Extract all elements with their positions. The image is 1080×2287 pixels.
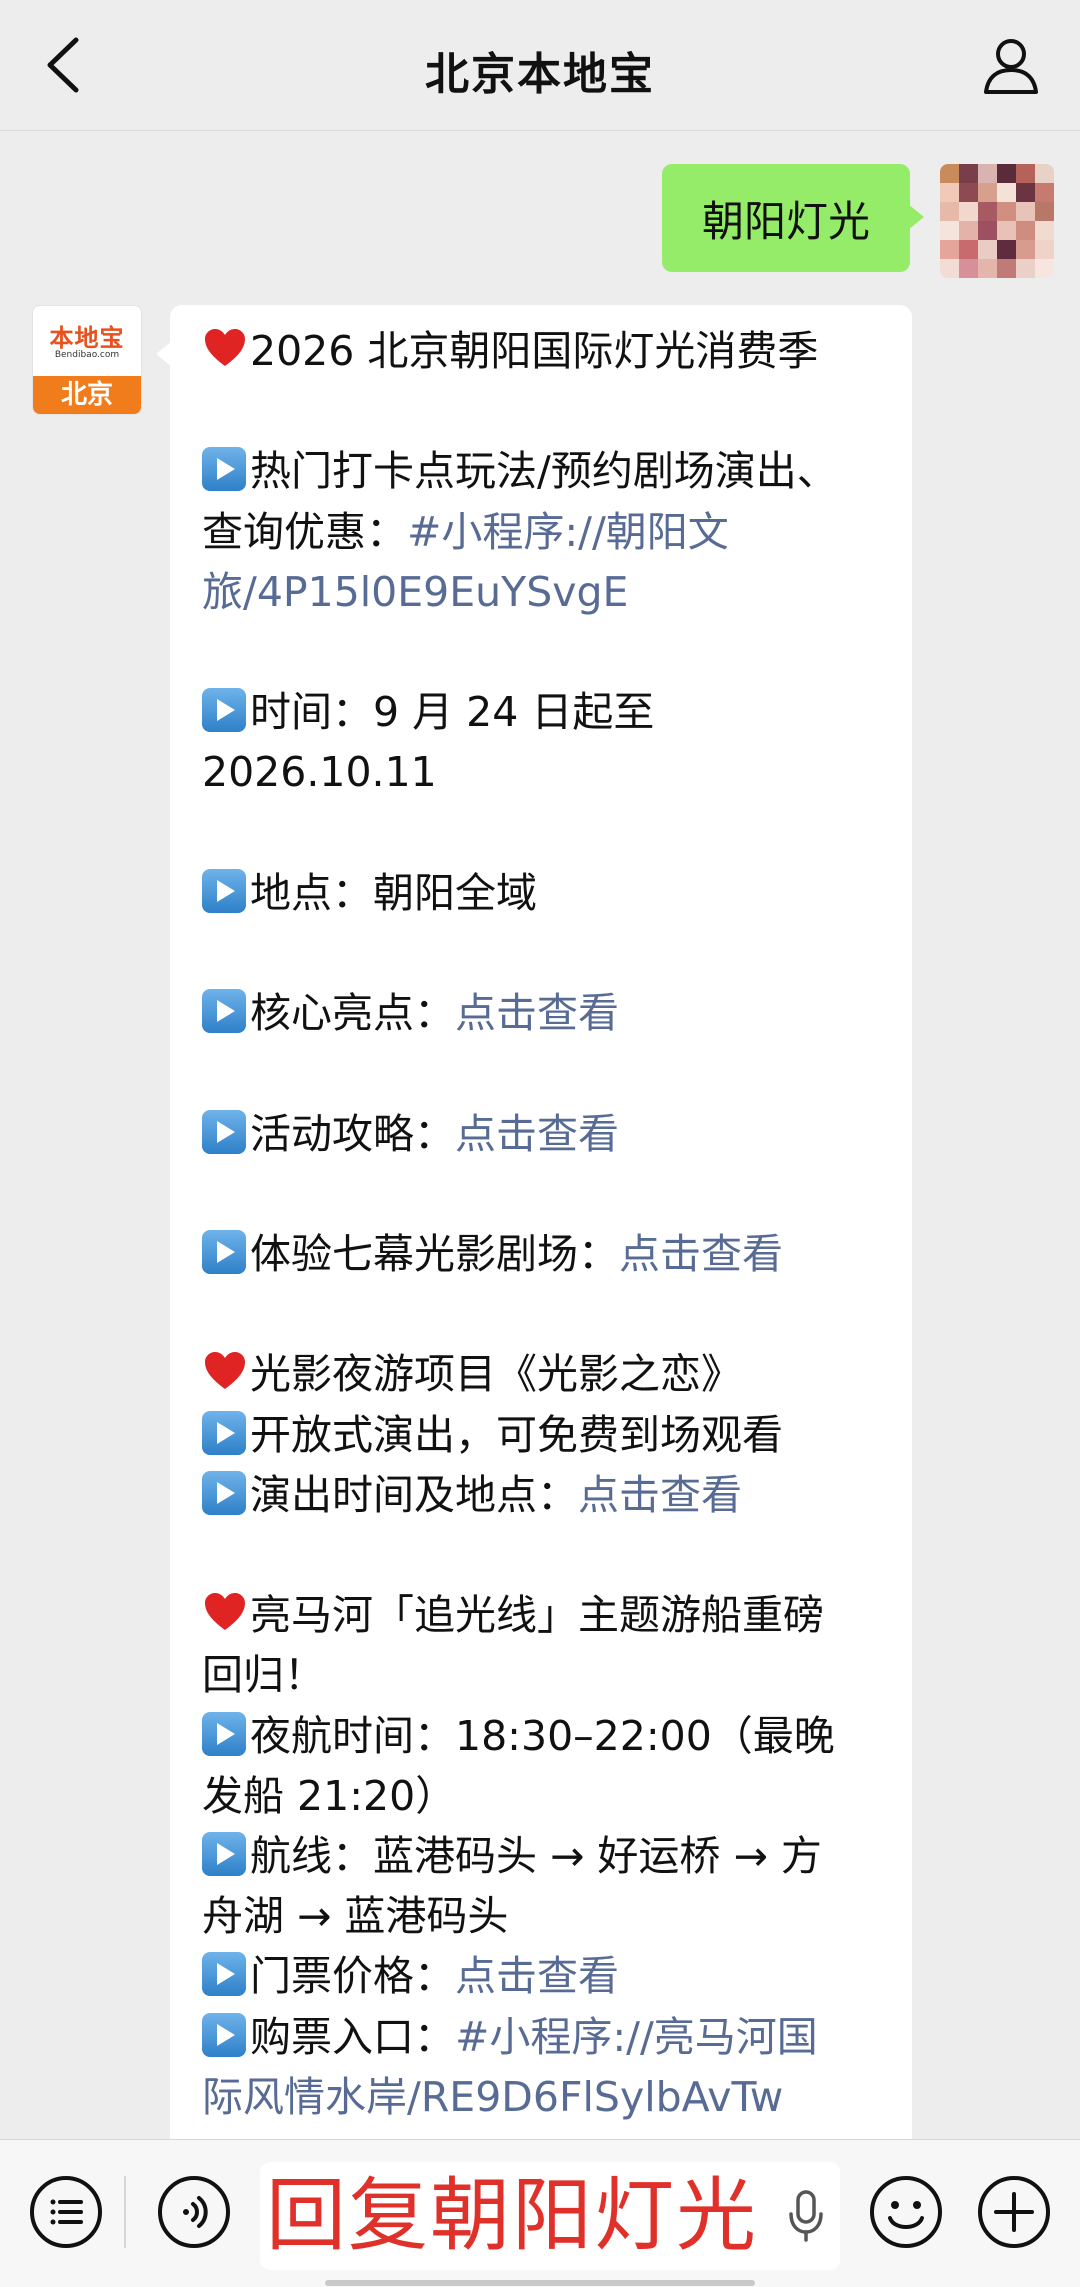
message-line: 光影夜游项目《光影之恋》 bbox=[202, 1344, 882, 1404]
message-line: 航线：蓝港码头 → 好运桥 → 方 bbox=[202, 1826, 882, 1886]
microphone-icon[interactable] bbox=[786, 2188, 826, 2244]
message-link[interactable]: 点击查看 bbox=[619, 1230, 783, 1278]
message-link[interactable]: #小程序://亮马河国 bbox=[455, 2013, 818, 2061]
message-link[interactable]: 点击查看 bbox=[455, 1110, 619, 1158]
message-line: 核心亮点：点击查看 bbox=[202, 983, 882, 1043]
menu-icon[interactable] bbox=[28, 2174, 104, 2250]
line-text: 演出时间及地点： bbox=[250, 1470, 578, 1519]
message-text: 2026 北京朝阳国际灯光消费季 热门打卡点玩法/预约剧场演出、 查询优惠：#小程序… bbox=[202, 321, 882, 2127]
home-indicator bbox=[325, 2280, 755, 2286]
message-line: 地点：朝阳全域 bbox=[202, 863, 882, 923]
emoji-icon[interactable] bbox=[868, 2174, 944, 2250]
plus-icon[interactable] bbox=[976, 2174, 1052, 2250]
play-icon bbox=[202, 1410, 246, 1455]
divider bbox=[124, 2176, 126, 2248]
user-avatar[interactable] bbox=[940, 164, 1054, 278]
chat-title: 北京本地宝 bbox=[425, 49, 655, 100]
line-text: 航线：蓝港码头 → 好运桥 → 方 bbox=[250, 1831, 822, 1880]
chat-header: 北京本地宝 bbox=[0, 0, 1080, 131]
outgoing-message[interactable]: 朝阳灯光 bbox=[662, 164, 924, 272]
play-icon bbox=[202, 989, 246, 1034]
line-text: 查询优惠： bbox=[202, 507, 407, 556]
message-line: 回归！ bbox=[202, 1645, 882, 1705]
message-line: 演出时间及地点：点击查看 bbox=[202, 1465, 882, 1525]
profile-icon[interactable] bbox=[978, 32, 1044, 98]
chat-area[interactable]: 朝阳灯光 本地宝 Bendibao.com 北京 2026 北京朝阳国际灯光消费… bbox=[0, 131, 1080, 2139]
message-line: 际风情水岸/RE9D6FlSylbAvTw bbox=[202, 2067, 882, 2127]
line-text: 夜航时间：18:30–22:00（最晚 bbox=[250, 1711, 835, 1760]
voice-icon[interactable] bbox=[156, 2174, 232, 2250]
play-icon bbox=[202, 1952, 246, 1997]
message-link[interactable]: 际风情水岸/RE9D6FlSylbAvTw bbox=[202, 2073, 783, 2121]
message-line: 查询优惠：#小程序://朝阳文 bbox=[202, 502, 882, 562]
line-text: 舟湖 → 蓝港码头 bbox=[202, 1892, 509, 1941]
heart-icon bbox=[205, 329, 245, 366]
line-text: 核心亮点： bbox=[250, 989, 455, 1038]
line-text: 发船 21:20） bbox=[202, 1771, 457, 1820]
message-line: 旅/4P15l0E9EuYSvgE bbox=[202, 562, 882, 622]
play-icon bbox=[202, 447, 246, 492]
line-text: 回归！ bbox=[202, 1651, 325, 1700]
message-line: 体验七幕光影剧场：点击查看 bbox=[202, 1224, 882, 1284]
incoming-message[interactable]: 2026 北京朝阳国际灯光消费季 热门打卡点玩法/预约剧场演出、 查询优惠：#小程序… bbox=[156, 305, 912, 2139]
bendibao-city: 北京 bbox=[33, 376, 141, 414]
play-icon bbox=[202, 688, 246, 733]
message-link[interactable]: 点击查看 bbox=[455, 989, 619, 1037]
message-link[interactable]: 旅/4P15l0E9EuYSvgE bbox=[202, 568, 628, 616]
input-overlay-text: 回复朝阳灯光 bbox=[266, 2169, 758, 2262]
play-icon bbox=[202, 1109, 246, 1154]
line-text: 门票价格： bbox=[250, 1952, 455, 2001]
message-line: 2026 北京朝阳国际灯光消费季 bbox=[202, 321, 882, 381]
message-input[interactable]: 回复朝阳灯光 bbox=[260, 2162, 840, 2270]
line-text: 2026 北京朝阳国际灯光消费季 bbox=[250, 327, 819, 375]
play-icon bbox=[202, 1711, 246, 1756]
line-text: 地点：朝阳全域 bbox=[250, 868, 537, 917]
bendibao-logo: 本地宝 bbox=[49, 324, 125, 352]
heart-icon bbox=[205, 1593, 245, 1631]
line-text: 光影夜游项目《光影之恋》 bbox=[250, 1350, 742, 1399]
line-text: 热门打卡点玩法/预约剧场演出、 bbox=[250, 447, 838, 496]
input-bar: 回复朝阳灯光 bbox=[0, 2139, 1080, 2287]
play-icon bbox=[202, 1831, 246, 1876]
line-text: 体验七幕光影剧场： bbox=[250, 1229, 619, 1278]
message-line: 门票价格：点击查看 bbox=[202, 1946, 882, 2006]
message-line: 购票入口：#小程序://亮马河国 bbox=[202, 2007, 882, 2067]
message-line: 夜航时间：18:30–22:00（最晚 bbox=[202, 1706, 882, 1766]
line-text: 时间：9 月 24 日起至 bbox=[250, 688, 655, 737]
play-icon bbox=[202, 2012, 246, 2057]
bendibao-domain: Bendibao.com bbox=[54, 350, 120, 360]
play-icon bbox=[202, 868, 246, 913]
play-icon bbox=[202, 1470, 246, 1515]
line-text: 亮马河「追光线」主题游船重磅 bbox=[250, 1591, 824, 1640]
line-text: 开放式演出，可免费到场观看 bbox=[250, 1410, 783, 1459]
line-text: 活动攻略： bbox=[250, 1109, 455, 1158]
message-line: 活动攻略：点击查看 bbox=[202, 1104, 882, 1164]
line-text: 2026.10.11 bbox=[202, 748, 437, 797]
bendibao-avatar[interactable]: 本地宝 Bendibao.com 北京 bbox=[32, 305, 142, 415]
line-text: 购票入口： bbox=[250, 2012, 455, 2061]
message-line: 时间：9 月 24 日起至 bbox=[202, 682, 882, 742]
message-line: 发船 21:20） bbox=[202, 1766, 882, 1826]
heart-icon bbox=[205, 1352, 245, 1390]
message-line: 热门打卡点玩法/预约剧场演出、 bbox=[202, 441, 882, 501]
message-link[interactable]: 点击查看 bbox=[455, 1952, 619, 2000]
message-line: 亮马河「追光线」主题游船重磅 bbox=[202, 1585, 882, 1645]
message-line: 舟湖 → 蓝港码头 bbox=[202, 1886, 882, 1946]
message-link[interactable]: 点击查看 bbox=[578, 1471, 742, 1519]
message-line: 开放式演出，可免费到场观看 bbox=[202, 1405, 882, 1465]
message-link[interactable]: #小程序://朝阳文 bbox=[407, 508, 729, 556]
play-icon bbox=[202, 1229, 246, 1274]
message-line: 2026.10.11 bbox=[202, 742, 882, 802]
